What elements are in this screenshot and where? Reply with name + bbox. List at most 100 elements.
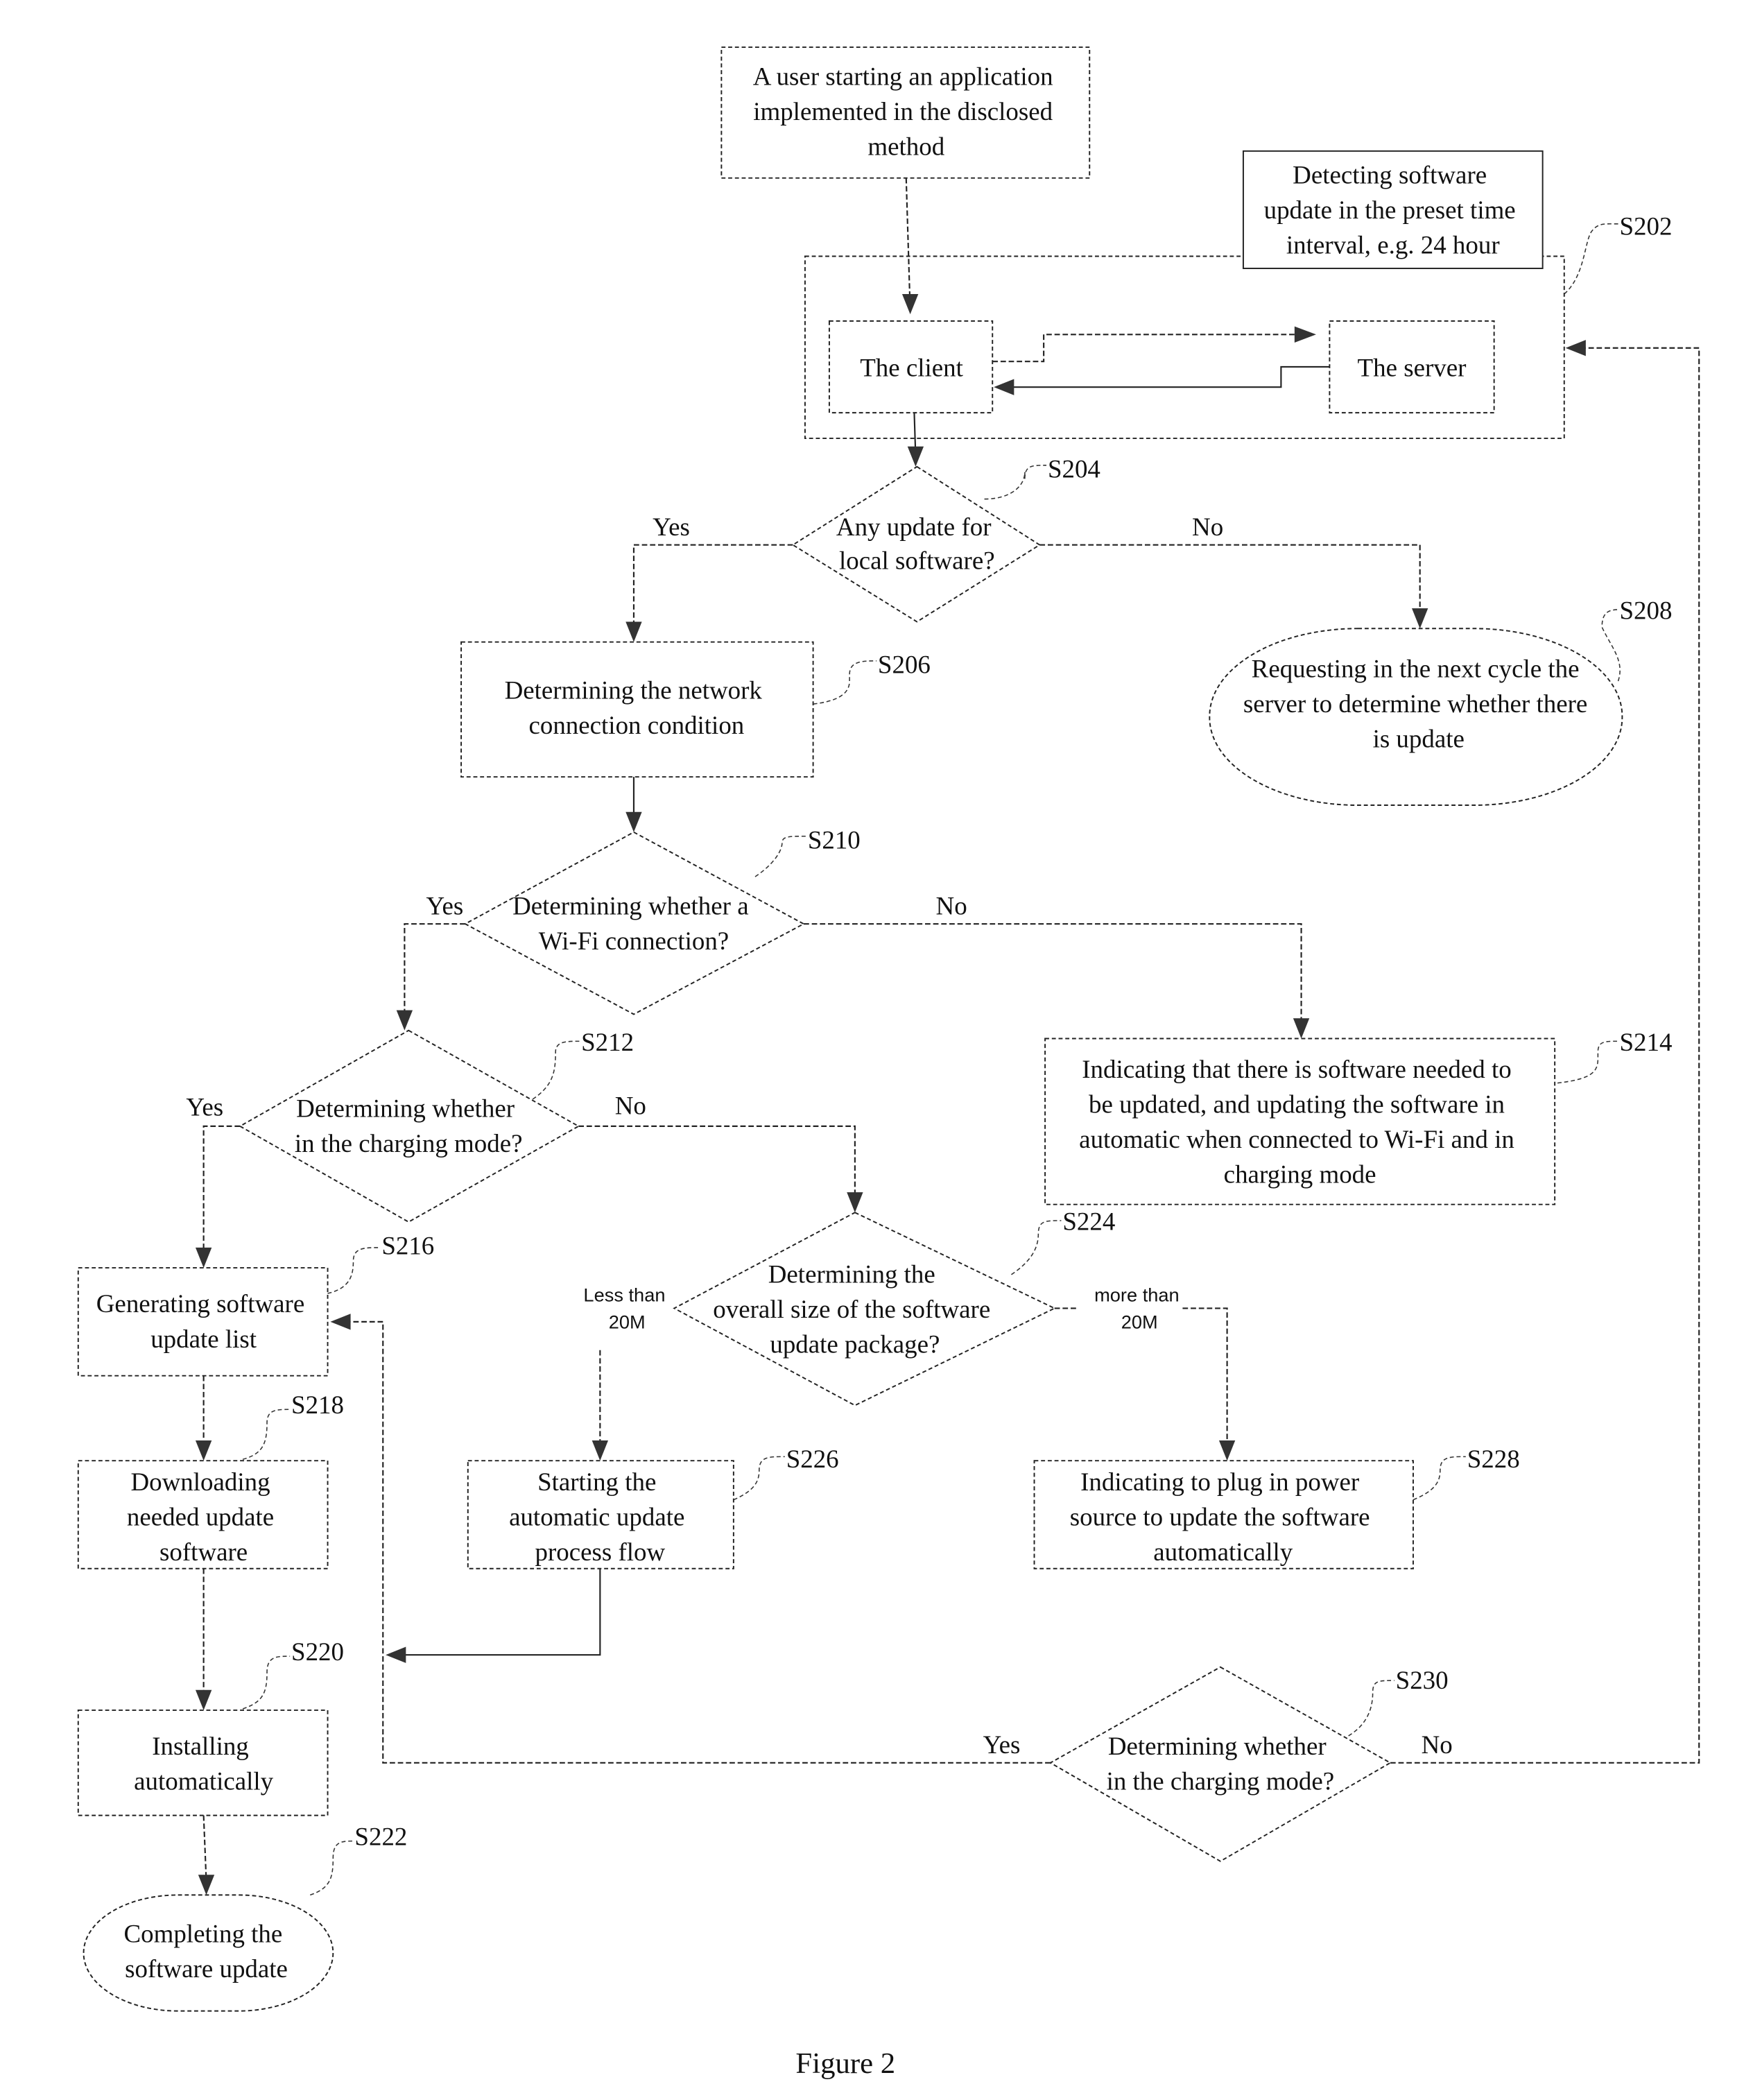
s212-decision-diamond xyxy=(239,1029,580,1223)
text-line: Installing xyxy=(152,1732,249,1760)
text-line: Wi-Fi connection? xyxy=(539,927,729,955)
figure-caption: Figure 2 xyxy=(795,2047,895,2080)
text-line: more than xyxy=(1094,1284,1180,1306)
step-label-s214: S214 xyxy=(1619,1028,1672,1056)
arrow-down-icon xyxy=(847,1192,863,1213)
step-label-s208: S208 xyxy=(1619,596,1672,625)
leader-s228 xyxy=(1413,1456,1466,1501)
s230-yes-label: Yes xyxy=(983,1730,1021,1759)
text-line: implemented in the disclosed xyxy=(753,97,1053,126)
arrow-down-icon xyxy=(1412,608,1428,629)
text-line: Any update for xyxy=(836,513,992,541)
text-line: Starting the xyxy=(537,1468,656,1496)
leader-s226 xyxy=(733,1456,785,1501)
s230-decision-diamond xyxy=(1048,1666,1392,1862)
s206-process-box xyxy=(460,641,814,778)
edge-s204-yes xyxy=(632,544,793,629)
s224-more-label: more than 20M xyxy=(1094,1284,1184,1333)
text-line: overall size of the software xyxy=(713,1295,990,1323)
s216-process-box xyxy=(77,1267,329,1377)
step-label-s210: S210 xyxy=(808,825,861,854)
arrow-down-icon xyxy=(195,1440,212,1461)
leader-s230 xyxy=(1348,1680,1394,1737)
text-line: process flow xyxy=(535,1538,665,1566)
s220-process-box xyxy=(77,1709,329,1816)
edge-s212-no xyxy=(578,1125,856,1200)
arrow-left-icon xyxy=(386,1646,406,1663)
step-label-s228: S228 xyxy=(1467,1445,1520,1473)
s204-decision-diamond xyxy=(791,465,1042,623)
client-text: The client xyxy=(860,354,963,382)
step-label-s216: S216 xyxy=(381,1232,434,1260)
text-line: be updated, and updating the software in xyxy=(1089,1090,1505,1118)
text-line: automatic when connected to Wi-Fi and in xyxy=(1079,1125,1514,1153)
s210-yes-label: Yes xyxy=(426,892,463,920)
text-line: update package? xyxy=(770,1330,940,1359)
step-label-s202: S202 xyxy=(1619,212,1672,240)
text-line: 20M xyxy=(1121,1311,1158,1333)
text-line: is update xyxy=(1373,724,1465,752)
text-line: charging mode xyxy=(1224,1160,1376,1189)
text-line: 20M xyxy=(609,1311,646,1333)
arrow-left-icon xyxy=(1565,340,1586,356)
text-line: Downloading xyxy=(130,1468,270,1496)
arrow-down-icon xyxy=(1218,1440,1236,1461)
edge-s226-to-return xyxy=(399,1568,601,1656)
arrow-left-icon xyxy=(330,1314,351,1330)
text-line: automatic update xyxy=(509,1503,684,1531)
text-line: Indicating to plug in power xyxy=(1080,1468,1359,1496)
text-line: Indicating that there is software needed… xyxy=(1082,1055,1511,1083)
text-line: Determining whether xyxy=(296,1094,515,1122)
arrow-down-icon xyxy=(625,811,642,832)
text-line: Determining the xyxy=(768,1259,935,1288)
text-line: automatically xyxy=(1153,1538,1293,1566)
step-label-s212: S212 xyxy=(581,1028,634,1056)
leader-s202 xyxy=(1564,223,1618,295)
s212-no-label: No xyxy=(615,1091,646,1119)
edge-s210-no xyxy=(803,923,1302,1026)
text-line: A user starting an application xyxy=(753,62,1053,91)
s212-yes-label: Yes xyxy=(186,1092,223,1121)
text-line: update in the preset time xyxy=(1264,196,1516,224)
text-line: Determining whether a xyxy=(512,892,749,920)
flowchart-figure: A user starting an application implement… xyxy=(77,46,1700,2080)
text-line: in the charging mode? xyxy=(1107,1767,1335,1796)
step-label-s224: S224 xyxy=(1062,1207,1115,1236)
leader-s204 xyxy=(984,465,1047,500)
arrow-down-icon xyxy=(198,1875,215,1895)
s204-yes-label: Yes xyxy=(653,513,690,541)
text-line: automatically xyxy=(134,1767,274,1796)
leader-s212 xyxy=(532,1040,580,1100)
step-label-s230: S230 xyxy=(1396,1666,1449,1694)
text-line: connection condition xyxy=(528,711,744,739)
leader-s210 xyxy=(754,835,806,877)
interval-note-text: Detecting software update in the preset … xyxy=(1264,160,1522,259)
step-label-s218: S218 xyxy=(291,1391,344,1419)
leader-s206 xyxy=(813,660,877,705)
text-line: server to determine whether there xyxy=(1243,689,1587,718)
text-line: needed update xyxy=(127,1503,274,1531)
text-line: interval, e.g. 24 hour xyxy=(1286,231,1500,259)
text-line: method xyxy=(867,132,944,161)
step-label-s204: S204 xyxy=(1048,454,1100,483)
leader-s216 xyxy=(327,1247,381,1294)
step-label-s222: S222 xyxy=(354,1822,407,1850)
text-line: update list xyxy=(150,1325,257,1353)
leader-s214 xyxy=(1557,1040,1618,1084)
text-line: source to update the software xyxy=(1070,1503,1370,1531)
text-line: Determining the network xyxy=(505,675,763,704)
s222-terminal xyxy=(83,1894,334,2012)
leader-s208 xyxy=(1601,609,1621,682)
s230-no-label: No xyxy=(1422,1730,1453,1759)
text-line: local software? xyxy=(839,546,995,575)
leader-s222 xyxy=(310,1840,354,1896)
text-line: Completing the xyxy=(124,1919,283,1947)
leader-s218 xyxy=(242,1409,291,1460)
text-line: software update xyxy=(125,1954,288,1983)
step-label-s226: S226 xyxy=(786,1445,839,1473)
arrow-down-icon xyxy=(195,1689,212,1710)
arrow-down-icon xyxy=(907,446,924,467)
arrow-down-icon xyxy=(396,1010,413,1031)
text-line: Less than xyxy=(583,1284,665,1306)
server-text: The server xyxy=(1358,354,1467,382)
